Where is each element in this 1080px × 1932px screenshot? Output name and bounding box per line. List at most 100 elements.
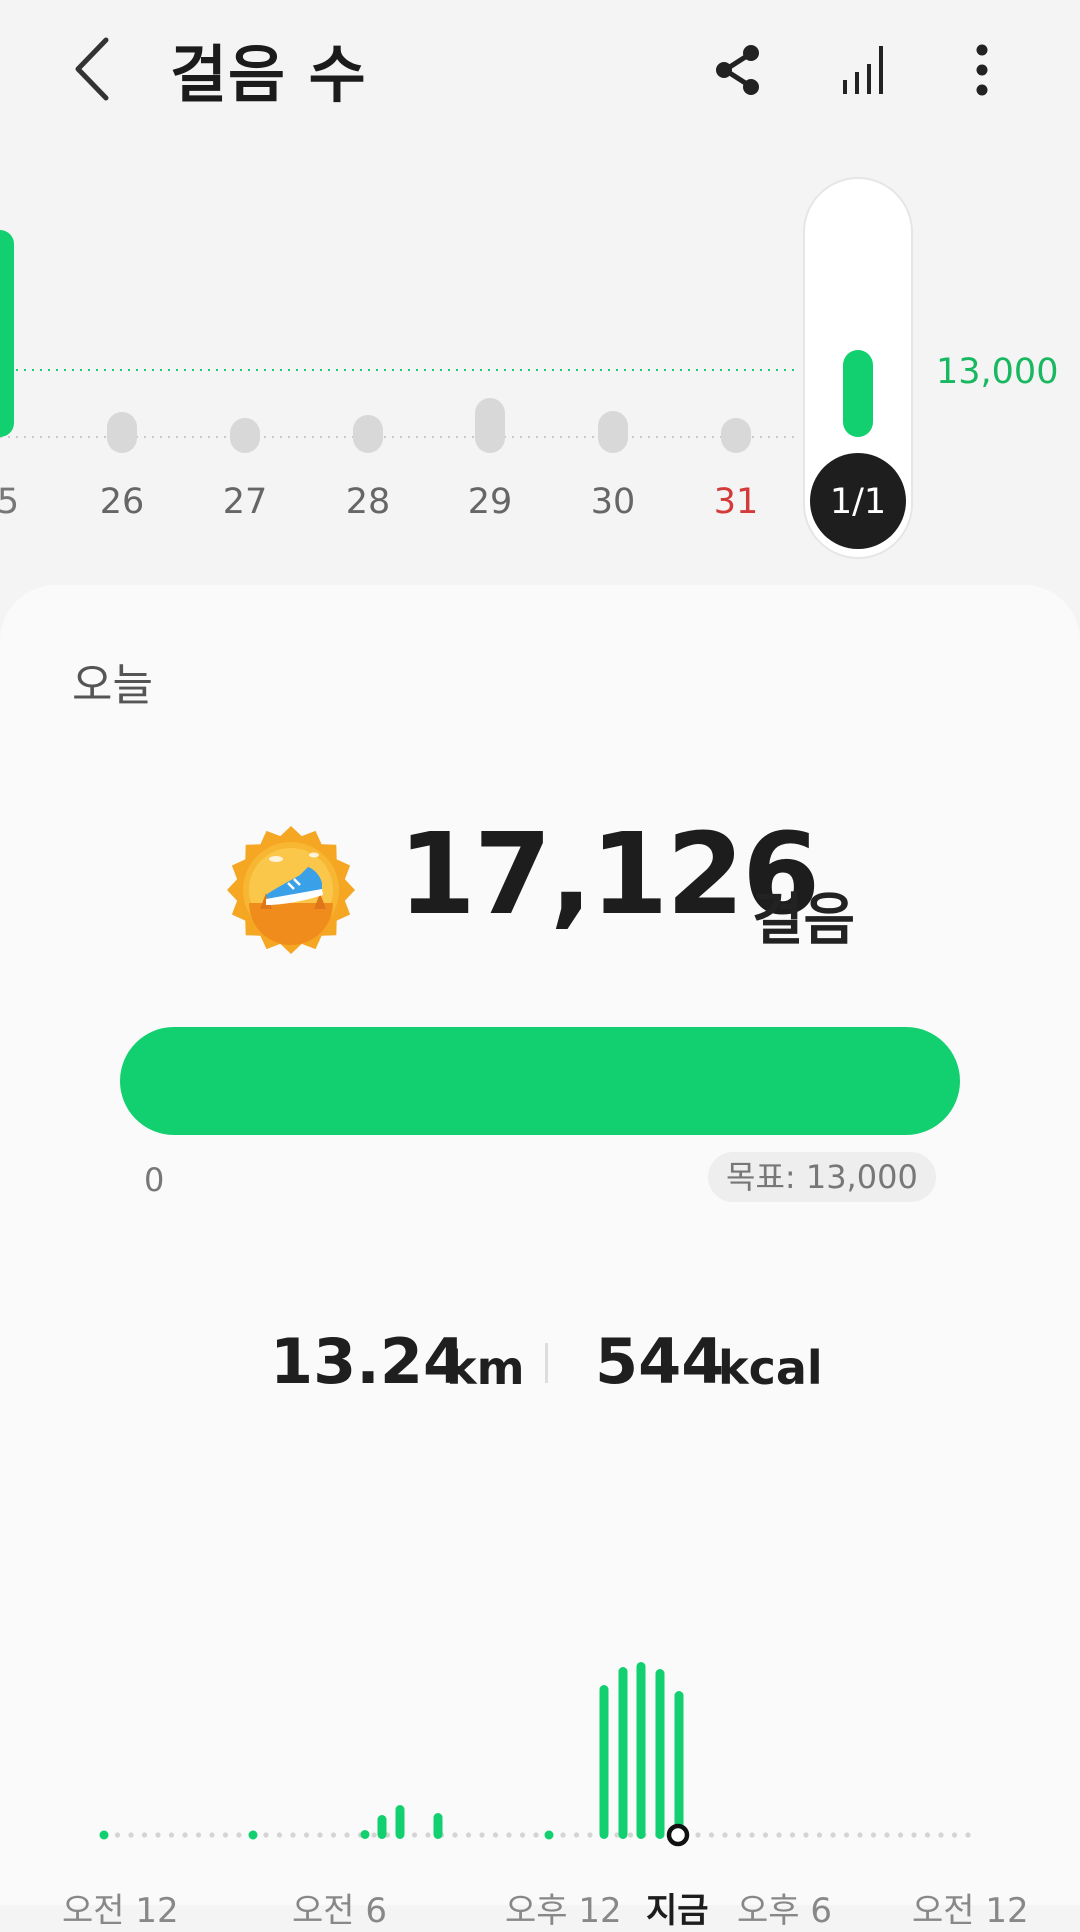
baseline-dot bbox=[897, 1832, 904, 1838]
hour-bar bbox=[433, 1813, 443, 1839]
baseline-dot bbox=[114, 1832, 121, 1838]
baseline-dot bbox=[479, 1832, 485, 1838]
running-shoe-badge-icon bbox=[227, 826, 355, 954]
baseline-dot bbox=[762, 1832, 769, 1838]
day-bar bbox=[107, 412, 137, 453]
baseline-dot bbox=[735, 1832, 742, 1838]
back-button[interactable] bbox=[60, 28, 130, 110]
weekly-goal-value: 13,000 bbox=[936, 352, 1059, 392]
baseline-dot bbox=[465, 1832, 472, 1838]
now-marker bbox=[666, 1823, 690, 1847]
baseline-dot bbox=[830, 1832, 836, 1838]
week-day-0[interactable]: 5 bbox=[0, 230, 19, 522]
baseline-dot bbox=[803, 1832, 809, 1838]
app-header: 걸음 수 bbox=[0, 0, 1080, 140]
more-vertical-icon bbox=[976, 44, 988, 96]
hourly-bars bbox=[99, 1662, 971, 1847]
hour-bar bbox=[377, 1815, 387, 1839]
week-day-7[interactable]: 1/1 bbox=[803, 177, 913, 559]
baseline-dot bbox=[776, 1832, 782, 1838]
distance-unit: km bbox=[446, 1341, 525, 1395]
today-label: 오늘 bbox=[72, 660, 153, 711]
day-label: 29 bbox=[468, 482, 513, 522]
week-day-4[interactable]: 29 bbox=[468, 398, 513, 522]
share-button[interactable] bbox=[700, 32, 776, 108]
hour-bar bbox=[544, 1830, 554, 1840]
week-day-3[interactable]: 28 bbox=[346, 415, 391, 522]
day-bar bbox=[353, 415, 383, 453]
time-axis-label-5: 오전 12 bbox=[912, 1891, 1029, 1931]
baseline-dot bbox=[195, 1832, 202, 1838]
baseline-dot bbox=[411, 1832, 418, 1838]
baseline-dot bbox=[330, 1832, 337, 1838]
chart-view-button[interactable] bbox=[826, 32, 902, 108]
baseline-dot bbox=[816, 1832, 823, 1838]
day-label: 31 bbox=[714, 482, 759, 522]
baseline-dot bbox=[303, 1832, 310, 1838]
baseline-dot bbox=[168, 1832, 175, 1838]
hourly-steps-chart[interactable]: 오전 12 오전 6 오후 12 지금 오후 6 오전 12 bbox=[0, 1525, 1080, 1931]
baseline-dot bbox=[708, 1832, 715, 1838]
time-axis-label-now: 지금 bbox=[646, 1891, 709, 1931]
baseline-dot bbox=[965, 1832, 971, 1838]
share-icon bbox=[716, 45, 759, 95]
hour-bar bbox=[99, 1830, 109, 1840]
day-label: 30 bbox=[591, 482, 636, 522]
page-title: 걸음 수 bbox=[170, 38, 367, 111]
baseline-dot bbox=[789, 1832, 796, 1838]
week-day-1[interactable]: 26 bbox=[100, 412, 145, 522]
day-bar bbox=[230, 418, 260, 453]
baseline-dot bbox=[722, 1832, 728, 1838]
baseline-dot bbox=[128, 1832, 134, 1838]
day-bar bbox=[843, 350, 873, 437]
baseline-dot bbox=[344, 1832, 350, 1838]
baseline-dot bbox=[627, 1832, 634, 1838]
baseline-dot bbox=[222, 1832, 229, 1838]
hour-bar bbox=[248, 1830, 258, 1840]
goal-achieved-badge bbox=[226, 825, 356, 955]
day-label: 1/1 bbox=[830, 482, 886, 522]
day-label: 5 bbox=[0, 482, 19, 522]
bar-chart-icon bbox=[843, 46, 883, 94]
day-bar bbox=[598, 411, 628, 453]
time-axis-label-1: 오전 6 bbox=[292, 1891, 387, 1931]
weekly-steps-strip[interactable]: 5 26 27 28 29 30 31 1/1 13,000 bbox=[0, 160, 1080, 580]
day-label: 27 bbox=[223, 482, 268, 522]
baseline-dot bbox=[290, 1832, 296, 1838]
more-options-button[interactable] bbox=[944, 32, 1020, 108]
week-day-5[interactable]: 30 bbox=[591, 411, 636, 522]
hour-bar bbox=[599, 1685, 609, 1839]
week-day-6[interactable]: 31 bbox=[714, 418, 759, 522]
day-bar bbox=[475, 398, 505, 453]
baseline-dot bbox=[749, 1832, 755, 1838]
stats-divider bbox=[545, 1343, 548, 1383]
baseline-dot bbox=[452, 1832, 458, 1838]
baseline-dot bbox=[911, 1832, 917, 1838]
baseline-dot bbox=[695, 1832, 701, 1838]
baseline-dot bbox=[857, 1832, 863, 1838]
baseline-dot bbox=[141, 1832, 148, 1838]
today-card: 오늘 17,126 걸음 0 목표: 13,000 13.24 km 544 k… bbox=[0, 585, 1080, 1931]
distance-value: 13.24 bbox=[270, 1325, 467, 1398]
calories-unit: kcal bbox=[718, 1341, 823, 1395]
baseline-dot bbox=[843, 1832, 850, 1838]
week-day-2[interactable]: 27 bbox=[223, 418, 268, 522]
baseline-dot bbox=[182, 1832, 188, 1838]
baseline-dot bbox=[236, 1832, 242, 1838]
day-bar bbox=[721, 418, 751, 453]
baseline-dot bbox=[155, 1832, 161, 1838]
hour-bar bbox=[360, 1830, 370, 1839]
calories-value: 544 bbox=[595, 1325, 725, 1398]
hour-bar bbox=[395, 1805, 405, 1839]
baseline-dot bbox=[924, 1832, 931, 1838]
hour-bar bbox=[636, 1662, 646, 1839]
hour-bar bbox=[618, 1667, 628, 1839]
baseline-dot bbox=[573, 1832, 580, 1838]
goal-chip[interactable]: 목표: 13,000 bbox=[708, 1152, 936, 1202]
day-label: 26 bbox=[100, 482, 145, 522]
baseline-dot bbox=[317, 1832, 323, 1838]
steps-unit: 걸음 bbox=[752, 888, 856, 953]
baseline-dot bbox=[870, 1832, 877, 1838]
time-axis-label-4: 오후 6 bbox=[737, 1891, 832, 1931]
baseline-dot bbox=[425, 1832, 431, 1838]
